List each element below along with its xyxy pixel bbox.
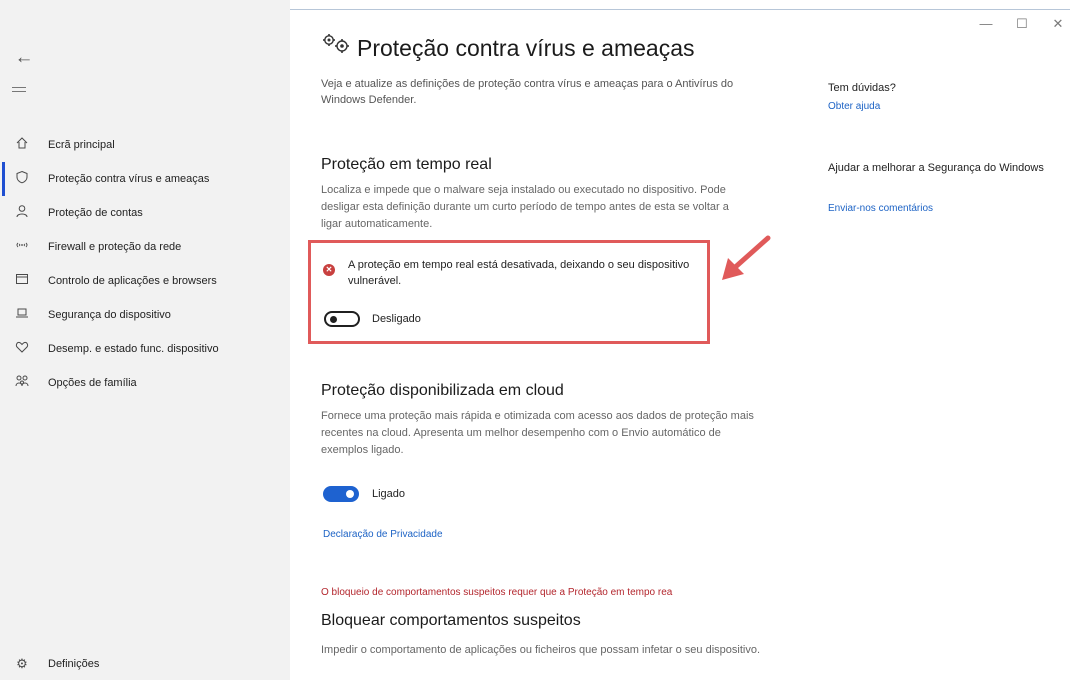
close-button[interactable]: ✕ [1050,16,1066,32]
sidebar-item-accounts[interactable]: Proteção de contas [0,196,290,230]
realtime-toggle[interactable] [324,311,360,327]
sidebar-item-virus-protection[interactable]: Proteção contra vírus e ameaças [0,162,290,196]
help-heading: Tem dúvidas? [828,82,896,94]
sidebar-item-settings[interactable]: ⚙ Definições [0,650,290,678]
cloud-toggle[interactable] [323,486,359,502]
sidebar-item-device-health[interactable]: Desemp. e estado func. dispositivo [0,332,290,366]
page-title: Proteção contra vírus e ameaças [357,35,695,61]
page-description: Veja e atualize as definições de proteçã… [321,78,734,106]
realtime-title: Proteção em tempo real [321,156,492,173]
hamburger-icon[interactable] [12,84,32,98]
sidebar-item-label: Segurança do dispositivo [48,309,171,321]
heart-icon [14,340,30,356]
cloud-toggle-label: Ligado [372,488,406,500]
sidebar-item-label: Opções de família [48,377,137,389]
sidebar-item-family[interactable]: Opções de família [0,366,290,400]
wifi-icon [14,238,30,254]
realtime-alert-text: A proteção em tempo real está desativada… [348,259,690,287]
get-help-link[interactable]: Obter ajuda [828,100,880,114]
family-icon [14,374,30,390]
sidebar-item-label: Firewall e proteção da rede [48,241,182,253]
app-window-icon [14,272,30,288]
toggle-knob [346,490,354,498]
shield-icon [14,170,30,186]
sidebar-item-label: Controlo de aplicações e browsers [48,275,217,287]
sidebar: ← Ecrã principal Proteção contra vírus e… [0,0,290,680]
error-icon: ✕ [323,264,335,276]
sidebar-item-firewall[interactable]: Firewall e proteção da rede [0,230,290,264]
sidebar-item-label: Definições [48,658,100,670]
behavior-title: Bloquear comportamentos suspeitos [321,612,581,629]
minimize-button[interactable]: — [978,16,994,32]
realtime-alert-highlight: ✕ A proteção em tempo real está desativa… [308,240,710,344]
highlight-arrow-icon [722,235,771,280]
sidebar-item-label: Proteção de contas [48,207,143,219]
maximize-button[interactable]: ☐ [1014,16,1030,32]
sidebar-item-label: Proteção contra vírus e ameaças [48,173,210,185]
behavior-description: Impedir o comportamento de aplicações ou… [321,644,761,656]
sidebar-item-app-browser-control[interactable]: Controlo de aplicações e browsers [0,264,290,298]
sidebar-item-device-security[interactable]: Segurança do dispositivo [0,298,290,332]
laptop-icon [14,306,30,322]
sidebar-item-home[interactable]: Ecrã principal [0,128,290,162]
send-feedback-link[interactable]: Enviar-nos comentários [828,202,933,216]
privacy-statement-link[interactable]: Declaração de Privacidade [323,528,443,542]
person-icon [14,204,30,220]
gear-icon: ⚙ [16,656,28,671]
improve-heading: Ajudar a melhorar a Segurança do Windows [828,162,1044,174]
home-icon [14,136,30,152]
cloud-title: Proteção disponibilizada em cloud [321,382,564,399]
active-indicator [2,162,5,196]
realtime-description: Localiza e impede que o malware seja ins… [321,184,729,230]
gears-icon [321,32,355,62]
behavior-warning: O bloqueio de comportamentos suspeitos r… [321,587,673,598]
realtime-toggle-label: Desligado [372,313,421,325]
sidebar-item-label: Ecrã principal [48,139,115,151]
back-arrow-icon[interactable]: ← [12,46,36,70]
sidebar-item-label: Desemp. e estado func. dispositivo [48,343,219,355]
toggle-knob [330,316,337,323]
cloud-description: Fornece uma proteção mais rápida e otimi… [321,410,754,456]
